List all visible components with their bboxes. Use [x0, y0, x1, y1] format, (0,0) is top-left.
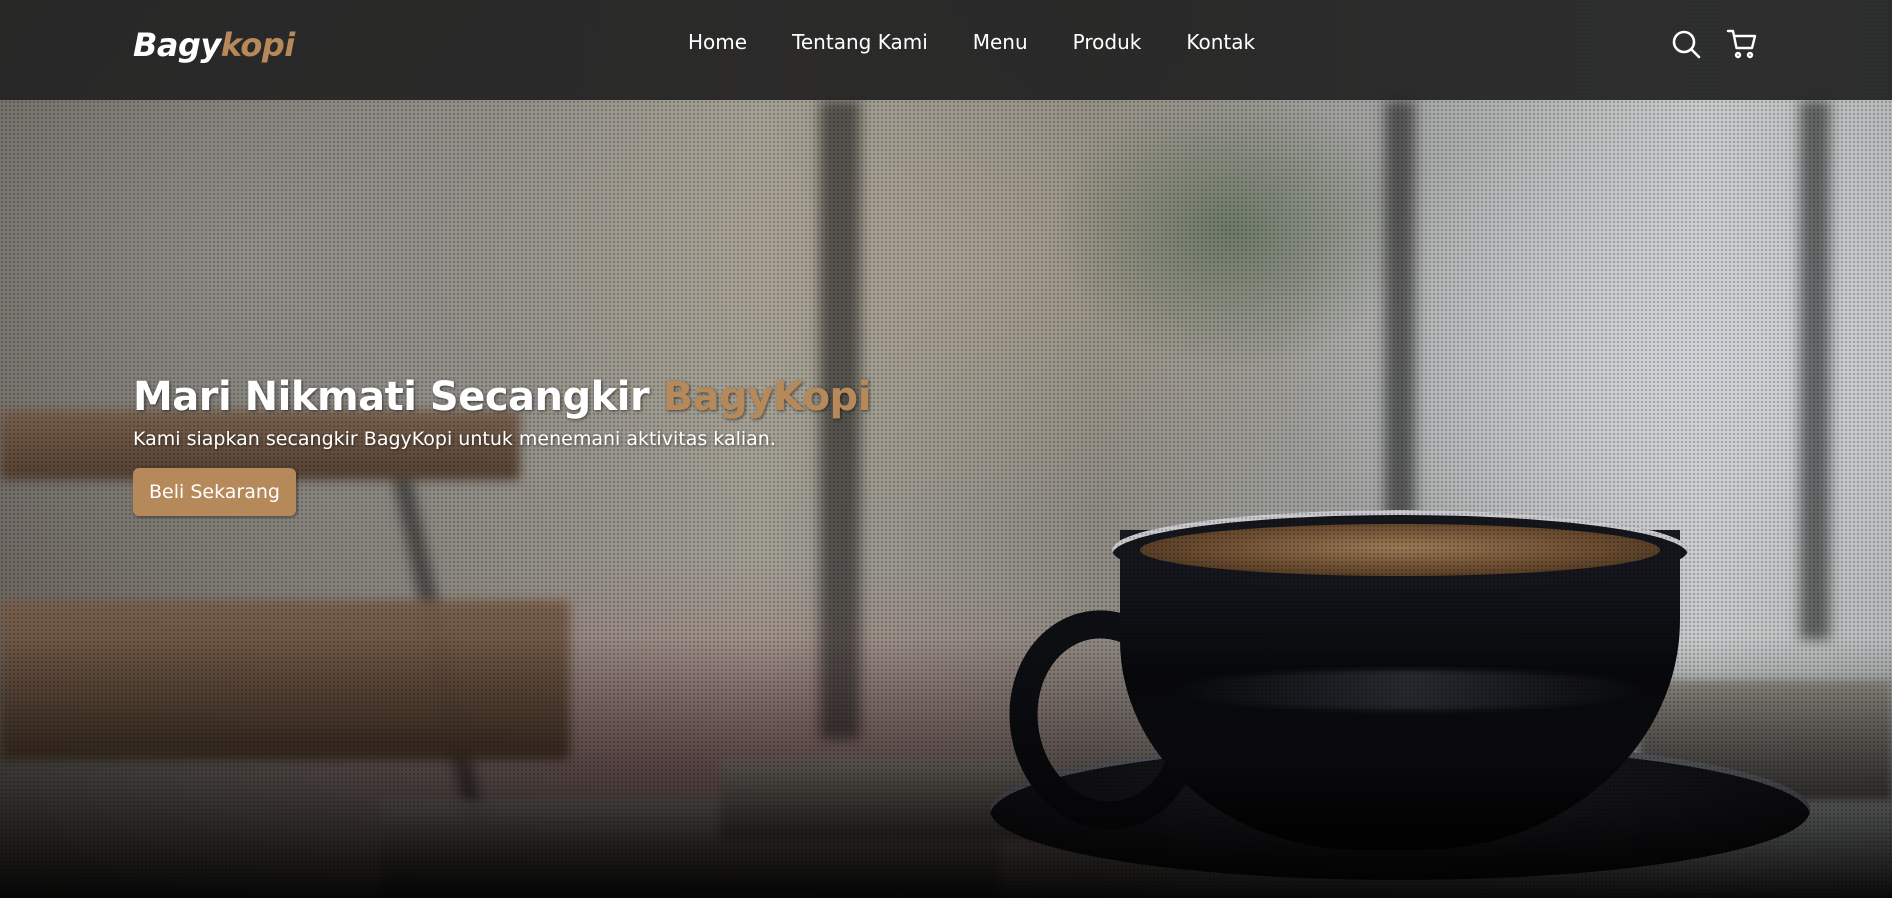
nav-link-home[interactable]: Home: [688, 30, 747, 54]
nav-link-produk[interactable]: Produk: [1073, 30, 1142, 54]
search-icon[interactable]: [1670, 28, 1702, 60]
shopping-cart-icon[interactable]: [1726, 28, 1758, 60]
navbar: Bagykopi Home Tentang Kami Menu Produk K…: [0, 0, 1892, 100]
brand-logo[interactable]: Bagykopi: [133, 26, 295, 64]
hero-content: Mari Nikmati Secangkir BagyKopi Kami sia…: [133, 374, 1033, 516]
buy-now-button[interactable]: Beli Sekarang: [133, 468, 296, 516]
brand-name-accent: kopi: [220, 26, 296, 64]
nav-icons: [1670, 28, 1758, 60]
nav-link-kontak[interactable]: Kontak: [1186, 30, 1255, 54]
hero-title-main: Mari Nikmati Secangkir: [133, 374, 663, 420]
page: Bagykopi Home Tentang Kami Menu Produk K…: [0, 0, 1892, 898]
brand-name-main: Bagy: [133, 26, 221, 64]
nav-links: Home Tentang Kami Menu Produk Kontak: [688, 30, 1255, 54]
hero-title: Mari Nikmati Secangkir BagyKopi: [133, 374, 1033, 420]
nav-link-menu[interactable]: Menu: [973, 30, 1028, 54]
hero-description: Kami siapkan secangkir BagyKopi untuk me…: [133, 428, 776, 450]
hero-title-accent: BagyKopi: [662, 374, 872, 420]
nav-link-tentang-kami[interactable]: Tentang Kami: [792, 30, 928, 54]
